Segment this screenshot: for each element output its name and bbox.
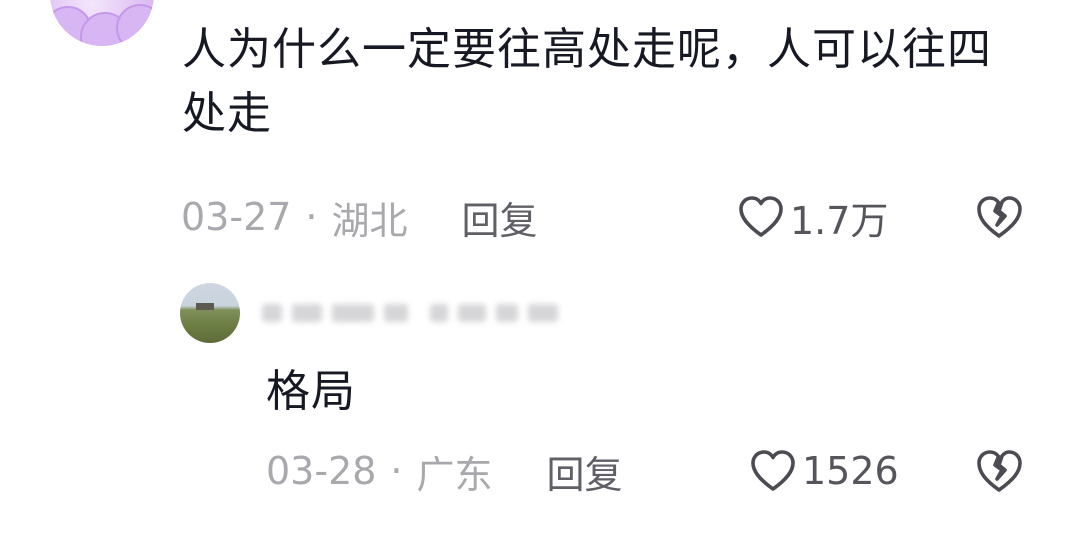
reply-button[interactable]: 回复 <box>462 190 538 245</box>
heart-outline-icon <box>739 196 783 237</box>
comment-text: 人为什么一定要往高处走呢，人可以往四处走 <box>182 24 992 139</box>
avatar-scene <box>196 303 214 310</box>
heart-outline-icon <box>751 450 795 491</box>
reply-location: 广东 <box>416 452 493 497</box>
meta-separator: · <box>390 449 403 493</box>
comment-meta: 03-27 · 湖北 回复 <box>181 190 538 245</box>
replier-avatar[interactable] <box>180 283 240 343</box>
comment-thread: 人为什么一定要往高处走呢，人可以往四处走 03-27 · 湖北 回复 1.7万 … <box>0 0 1080 537</box>
broken-heart-icon[interactable] <box>974 446 1024 496</box>
comment-location: 湖北 <box>331 198 408 243</box>
like-count: 1.7万 <box>790 198 889 243</box>
reply-meta: 03-28 · 广东 回复 <box>266 444 623 499</box>
like-button[interactable]: 1526 <box>750 446 899 496</box>
commenter-avatar[interactable] <box>50 0 154 46</box>
broken-heart-icon[interactable] <box>974 192 1024 242</box>
reply-button[interactable]: 回复 <box>547 444 623 499</box>
like-count: 1526 <box>802 449 899 493</box>
replier-username-blurred[interactable] <box>262 296 558 330</box>
comment-date: 03-27 <box>181 195 292 239</box>
like-button[interactable]: 1.7万 <box>738 192 889 243</box>
reply-text: 格局 <box>266 366 356 417</box>
meta-separator: · <box>305 195 318 239</box>
reply-date: 03-28 <box>266 449 377 493</box>
